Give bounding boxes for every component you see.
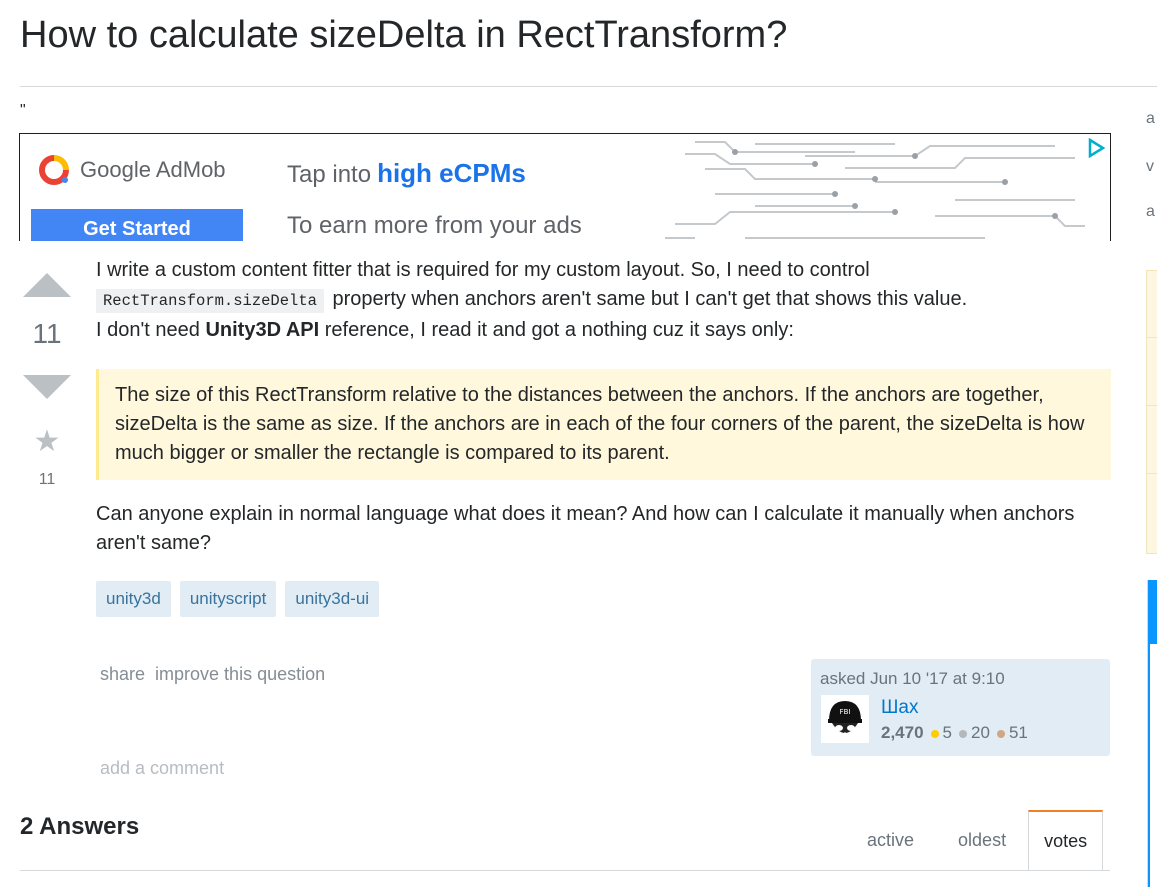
body-paragraph-1: I write a custom content fitter that is … [96, 256, 1111, 345]
sidebar-fragment-2: v [1146, 158, 1154, 175]
tag-unity3d-ui[interactable]: unity3d-ui [285, 581, 380, 617]
favorite-count: 11 [38, 471, 56, 488]
upvote-arrow-icon[interactable] [23, 273, 71, 297]
vote-count: 11 [32, 318, 62, 349]
silver-badge-icon [959, 729, 968, 738]
sidebar-fragment-3: a [1146, 203, 1155, 220]
body-text: I don't need [96, 319, 200, 341]
inline-code: RectTransform.sizeDelta [96, 289, 324, 313]
ad-get-started-button[interactable]: Get Started [31, 209, 243, 241]
silver-badge-count: 20 [971, 723, 990, 742]
svg-text:FBI: FBI [840, 708, 851, 716]
gold-badge-icon [930, 729, 939, 738]
avatar[interactable]: FBI [821, 695, 869, 743]
favorite-star-icon[interactable]: ★ [20, 424, 74, 459]
tag-list: unity3d unityscript unity3d-ui [96, 581, 380, 617]
gold-badge-count: 5 [942, 723, 953, 742]
ad-headline-strong: high eCPMs [377, 158, 526, 188]
bronze-badges: 51 [996, 723, 1028, 743]
ad-headline: Tap into high eCPMs [287, 158, 526, 189]
downvote-arrow-icon[interactable] [23, 375, 71, 399]
circuit-graphic [665, 141, 1085, 239]
ad-headline-lead: Tap into [287, 161, 372, 188]
owner-user-card: asked Jun 10 '17 at 9:10 FBI Шах 2,470 5… [811, 659, 1110, 756]
asked-timestamp: asked Jun 10 '17 at 9:10 [820, 669, 1005, 688]
bold-text: Unity3D API [205, 319, 320, 341]
body-text: I write a custom content fitter that is … [96, 259, 870, 281]
body-text: reference, I read it and got a nothing c… [324, 319, 794, 341]
page-title: How to calculate sizeDelta in RectTransf… [20, 14, 788, 56]
user-name-link[interactable]: Шах [881, 697, 918, 719]
admob-logo: Google AdMob [38, 154, 226, 186]
answer-sort-tabs: active oldest votes [845, 810, 1104, 871]
ad-subline: To earn more from your ads [287, 212, 582, 239]
title-divider [20, 86, 1157, 87]
admob-brand-text: Google AdMob [80, 157, 226, 182]
body-paragraph-3: Can anyone explain in normal language wh… [96, 503, 1075, 554]
tab-active[interactable]: active [845, 810, 936, 871]
bronze-badge-count: 51 [1008, 723, 1028, 742]
silver-badges: 20 [959, 723, 990, 743]
blockquote: The size of this RectTransform relative … [96, 369, 1111, 480]
reputation-score: 2,470 [881, 723, 924, 742]
sidebar-blue-box [1147, 580, 1157, 887]
improve-question-link[interactable]: improve this question [155, 664, 325, 685]
tag-unity3d[interactable]: unity3d [96, 581, 171, 617]
bronze-badge-icon [996, 729, 1005, 738]
sidebar-fragment-1: a [1146, 110, 1155, 127]
sidebar-yellow-box [1146, 270, 1157, 554]
answers-count-heading: 2 Answers [20, 813, 140, 840]
tab-oldest[interactable]: oldest [936, 810, 1028, 871]
tag-unityscript[interactable]: unityscript [179, 581, 277, 617]
add-comment-link[interactable]: add a comment [100, 758, 224, 779]
share-link[interactable]: share [100, 664, 145, 685]
stray-quote-mark: " [20, 102, 26, 119]
tab-votes[interactable]: votes [1028, 810, 1104, 871]
blockquote-text: The size of this RectTransform relative … [115, 384, 1085, 464]
admob-logo-icon [39, 155, 69, 185]
user-stats: 2,470 5 20 51 [881, 723, 1028, 743]
gold-badges: 5 [930, 723, 953, 743]
body-text: property when anchors aren't same but I … [332, 288, 968, 310]
ad-banner[interactable]: Google AdMob Get Started Tap into high eC… [19, 133, 1111, 241]
answers-divider [20, 870, 1110, 871]
post-menu: share improve this question [100, 664, 325, 685]
adchoices-icon[interactable] [1086, 138, 1106, 158]
question-body: I write a custom content fitter that is … [96, 256, 1111, 558]
